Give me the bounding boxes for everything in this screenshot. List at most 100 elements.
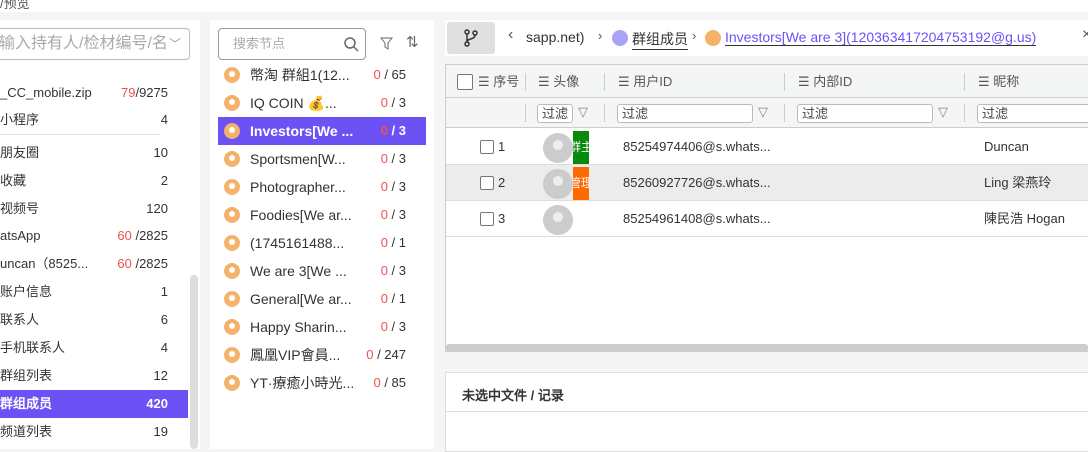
select-all-checkbox[interactable] [457,74,473,90]
row-checkbox[interactable] [480,140,494,154]
user-id-cell: 85260927726@s.whats... [623,175,771,190]
tree-item[interactable]: 群组列表 12 [0,362,188,390]
tree-item-label: 小程序 [0,112,40,127]
group-node-total: / 3 [387,95,406,110]
group-node-hit-count: 0 [380,123,388,138]
filter-icon[interactable]: ▽ [578,104,588,120]
group-node-hit-count: 0 [373,375,381,390]
tree-item-count: 10 [153,145,168,160]
column-header-avatar[interactable]: ☰ 头像 [538,65,579,98]
nickname-filter-input[interactable]: 过滤 [977,104,1088,123]
group-avatar-icon [224,151,240,167]
group-avatar-icon [224,95,240,111]
group-node[interactable]: 幣淘 群組1(12... 0 / 65 [218,61,426,89]
tree-item-count: 6 [160,312,168,327]
tree-item[interactable]: _CC_mobile.zip 79/9275 [0,79,188,107]
internal-id-filter-input[interactable]: 过滤 [797,104,933,123]
row-checkbox[interactable] [480,176,494,190]
tree-item-label: 视频号 [0,201,40,216]
filter-icon[interactable]: ▽ [758,104,768,120]
user-id-filter-input[interactable]: 过滤 [617,104,753,123]
tree-item-count: 420 [146,396,168,411]
tree-item-count: 1 [160,284,168,299]
role-badge: 群主 [573,131,589,164]
group-node[interactable]: Foodies[We ar... 0 / 3 [218,201,426,229]
row-index: 2 [498,175,506,190]
group-node[interactable]: IQ COIN 💰... 0 / 3 [218,89,426,117]
tree-item[interactable]: 手机联系人 4 [0,334,188,362]
node-search-input[interactable]: 搜索节点 [218,28,366,60]
tree-item[interactable]: 收藏 2 [0,167,188,195]
group-node[interactable]: (1745161488... 0 / 1 [218,229,426,257]
column-header-index[interactable]: ☰ 序号 [478,65,519,98]
tree-item-label: 群组成员 [0,396,53,411]
group-node[interactable]: Happy Sharin... 0 / 3 [218,313,426,341]
left-scrollbar[interactable] [190,275,198,449]
row-index: 3 [498,211,506,226]
filter-icon[interactable] [380,37,393,50]
tree-item-hit-count: 60 [117,256,132,271]
group-node-name: Photographer... [250,179,346,195]
group-node[interactable]: We are 3[We ... 0 / 3 [218,257,426,285]
group-node-total: / 3 [387,207,406,222]
row-index: 1 [498,139,506,154]
group-node[interactable]: Investors[We ... 0 / 3 [218,117,426,145]
table-row[interactable]: 3 85254961408@s.whats... 陳民浩 Hogan [446,201,1088,237]
branch-button[interactable] [447,22,495,54]
group-node-total: / 1 [387,291,406,306]
tree-item[interactable]: 群组成员 420 [0,390,188,418]
breadcrumb-item-current-group[interactable]: Investors[We are 3](120363417204753192@g… [725,29,1037,46]
avatar-filter-input[interactable]: 过滤 [537,104,573,123]
group-node-name: YT·療癒小時光... [250,375,355,391]
breadcrumb-separator: › [692,28,697,43]
breadcrumb-item-group-members[interactable]: 群组成员 [632,29,688,50]
group-avatar-icon [224,179,240,195]
horizontal-scrollbar[interactable] [446,344,1088,352]
evidence-search-select[interactable]: 输入持有人/检材编号/名 ﹀ [0,28,190,60]
table-row[interactable]: 2 管理 85260927726@s.whats... Ling 梁燕玲 [446,165,1088,201]
table-row[interactable]: 1 群主 85254974406@s.whats... Duncan [446,129,1088,165]
tree-item[interactable]: 朋友圈 10 [0,139,188,167]
group-node-name: 鳳凰VIP會員... [250,347,341,363]
row-checkbox[interactable] [480,212,494,226]
breadcrumb-item-account[interactable]: sapp.net) [526,29,584,45]
group-node-hit-count: 0 [380,95,388,110]
tree-item-count: 2 [160,173,168,188]
tree-item[interactable]: 账户信息 1 [0,278,188,306]
group-node[interactable]: Sportsmen[W... 0 / 3 [218,145,426,173]
search-placeholder: 输入持有人/检材编号/名 [0,35,168,52]
group-node-total: / 3 [387,123,406,138]
group-node[interactable]: General[We ar... 0 / 1 [218,285,426,313]
detail-title: 未选中文件 / 记录 [462,388,564,403]
tree-item-label: _CC_mobile.zip [0,85,92,100]
avatar [543,133,573,163]
breadcrumb-back-button[interactable]: ‹ [508,26,513,44]
tree-item[interactable]: 小程序 4 [0,106,188,134]
group-node[interactable]: 鳳凰VIP會員... 0 / 247 [218,341,426,369]
close-icon[interactable]: × [1082,26,1088,44]
tree-item[interactable]: 联系人 6 [0,306,188,334]
tree-item[interactable]: atsApp 60 /2825 [0,222,188,250]
breadcrumb-separator: › [598,28,603,43]
nickname-cell: Duncan [984,139,1029,154]
table-header: ☰ 序号 ☰ 头像 ☰ 用户ID ☰ 内部ID ☰ 昵称 [446,65,1088,98]
group-avatar-icon [224,235,240,251]
group-node-hit-count: 0 [380,235,388,250]
search-placeholder: 搜索节点 [233,36,286,51]
group-avatar-icon [224,263,240,279]
sort-icon[interactable]: ⇅ [406,33,419,51]
tree-item-count: 12 [153,368,168,383]
group-node[interactable]: Photographer... 0 / 3 [218,173,426,201]
filter-icon[interactable]: ▽ [938,104,948,120]
column-header-internal-id[interactable]: ☰ 内部ID [798,65,852,98]
column-header-nickname[interactable]: ☰ 昵称 [978,65,1019,98]
tree-item[interactable]: 视频号 120 [0,195,188,223]
group-node-name: Happy Sharin... [250,319,347,335]
group-node-hit-count: 0 [380,207,388,222]
group-node-hit-count: 0 [380,151,388,166]
tree-item[interactable]: 频道列表 19 [0,418,188,446]
column-header-user-id[interactable]: ☰ 用户ID [618,65,672,98]
top-title-bar: /预览 [0,0,1088,12]
tree-item[interactable]: uncan（8525... 60 /2825 [0,250,188,278]
group-node[interactable]: YT·療癒小時光... 0 / 85 [218,369,426,397]
